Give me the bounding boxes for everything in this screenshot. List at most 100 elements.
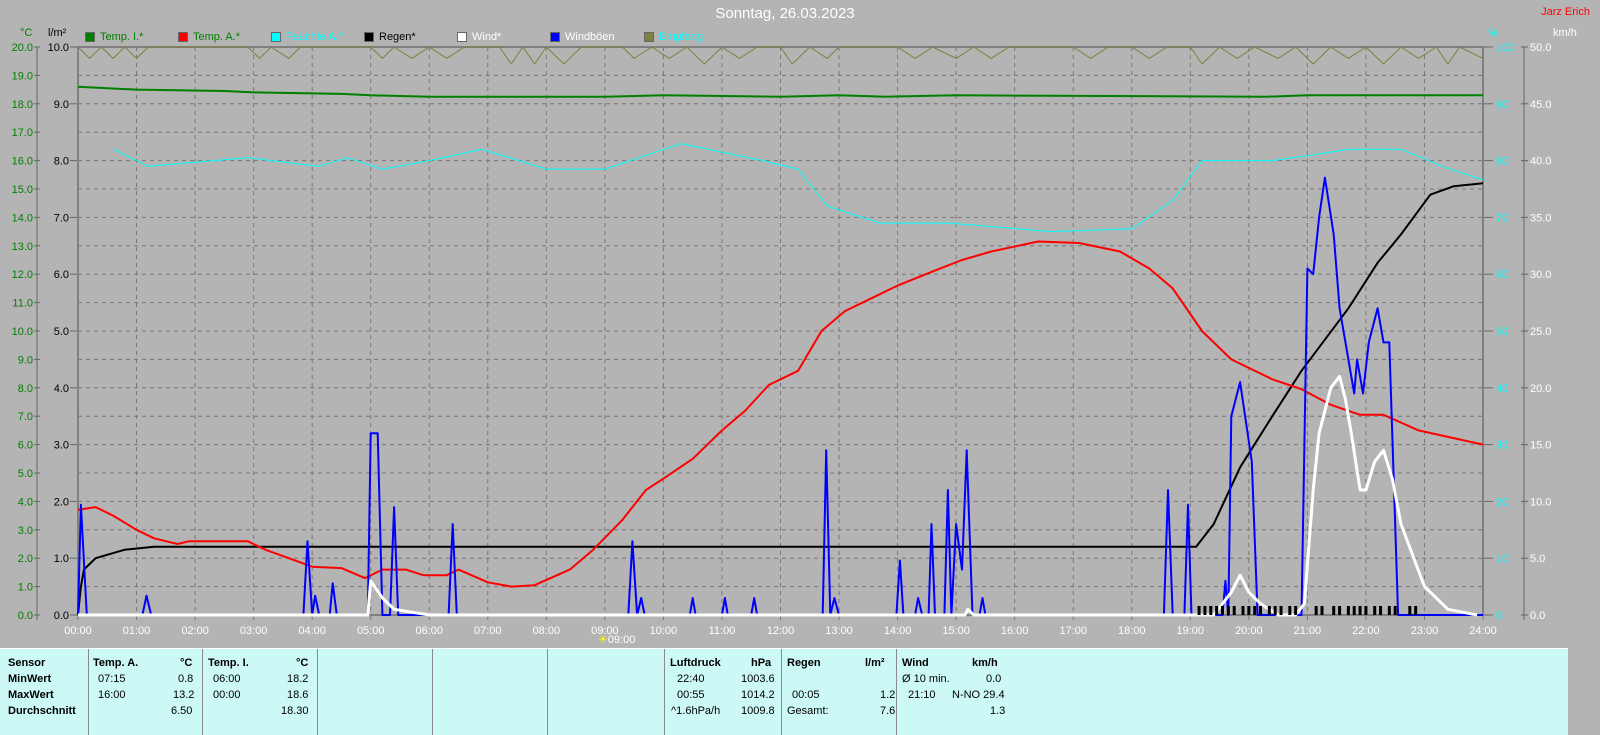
x-tick-label: 22:00 <box>1352 625 1380 637</box>
temp-i-avg: 18.30 <box>281 705 309 717</box>
rain-event-bar <box>1352 606 1356 615</box>
pressure-avg: 1009.8 <box>741 705 775 717</box>
temp-i-min-time: 06:00 <box>213 673 241 685</box>
temp-a-max-time: 16:00 <box>98 689 126 701</box>
rain-tick-label: 0.0 <box>54 610 69 622</box>
pressure-unit: hPa <box>751 657 772 669</box>
legend-label: Feuchte A.* <box>286 31 343 43</box>
wind-tick-label: 20.0 <box>1530 383 1551 395</box>
rain-tick-label: 9.0 <box>54 99 69 111</box>
legend-label: Windböen <box>565 31 615 43</box>
wind-tick-label: 0.0 <box>1530 610 1545 622</box>
rain-unit: l/m² <box>865 657 885 669</box>
rain-event-bar <box>1294 606 1298 615</box>
x-tick-label: 12:00 <box>767 625 795 637</box>
humidity-tick-label: 30 <box>1496 440 1508 452</box>
rain-max-time: 00:05 <box>792 689 820 701</box>
temp-tick-label: 17.0 <box>12 127 33 139</box>
temp-tick-label: 10.0 <box>12 326 33 338</box>
rain-event-bar <box>1259 606 1263 615</box>
temp-i-min: 18.2 <box>287 673 309 685</box>
wind-tick-label: 35.0 <box>1530 212 1551 224</box>
wind-unit-label: km/h <box>1553 27 1577 39</box>
rain-tick-label: 1.0 <box>54 553 69 565</box>
rain-total: 7.6 <box>880 705 896 717</box>
humidity-tick-label: 90 <box>1496 99 1508 111</box>
temp-tick-label: 6.0 <box>18 440 33 452</box>
humidity-tick-label: 100 <box>1496 42 1514 54</box>
x-tick-label: 18:00 <box>1118 625 1146 637</box>
sun-marker: ☀ 09:00 <box>598 633 635 647</box>
rain-event-bar <box>1387 606 1391 615</box>
temp-tick-label: 4.0 <box>18 496 33 508</box>
rain-event-bar <box>1414 606 1418 615</box>
legend-label: Regen* <box>379 31 416 43</box>
wind-tick-label: 50.0 <box>1530 42 1551 54</box>
rain-event-bar <box>1215 606 1219 615</box>
rain-event-bar <box>1408 606 1412 615</box>
rain-event-bar <box>1346 606 1350 615</box>
wind-tick-label: 15.0 <box>1530 440 1551 452</box>
x-tick-label: 19:00 <box>1177 625 1205 637</box>
humidity-tick-label: 80 <box>1496 156 1508 168</box>
rain-total-label: Gesamt: <box>787 705 829 717</box>
humidity-tick-label: 50 <box>1496 326 1508 338</box>
wind-tick-label: 45.0 <box>1530 99 1551 111</box>
legend-label: Temp. A.* <box>193 31 241 43</box>
temp-tick-label: 8.0 <box>18 383 33 395</box>
legend-swatch <box>644 32 654 42</box>
temp-tick-label: 7.0 <box>18 411 33 423</box>
x-tick-label: 20:00 <box>1235 625 1263 637</box>
rain-event-bar <box>1338 606 1342 615</box>
x-tick-label: 05:00 <box>357 625 385 637</box>
rain-event-bar <box>1241 606 1245 615</box>
temp-tick-label: 20.0 <box>12 42 33 54</box>
rain-event-bar <box>1279 606 1283 615</box>
wind-max-time: 21:10 <box>908 689 936 701</box>
temp-tick-label: 12.0 <box>12 269 33 281</box>
sensor-header: Sensor <box>8 657 46 669</box>
temp-unit-label: °C <box>20 27 33 39</box>
wind-tick-label: 5.0 <box>1530 553 1545 565</box>
x-tick-label: 23:00 <box>1411 625 1439 637</box>
legend-label: Temp. I.* <box>100 31 144 43</box>
legend-swatch <box>178 32 188 42</box>
temp-tick-label: 3.0 <box>18 525 33 537</box>
temp-a-min-time: 07:15 <box>98 673 126 685</box>
row-label-max: MaxWert <box>8 689 54 701</box>
legend-swatch <box>364 32 374 42</box>
rain-event-bar <box>1253 606 1257 615</box>
rain-unit-label: l/m² <box>48 27 67 39</box>
temp-a-avg: 6.50 <box>171 705 193 717</box>
rain-event-bar <box>1197 606 1201 615</box>
temp-tick-label: 11.0 <box>12 298 33 310</box>
temp-tick-label: 19.0 <box>12 70 33 82</box>
author-label: Jarz Erich <box>1541 6 1590 18</box>
temp-a-max: 13.2 <box>173 689 195 701</box>
legend-swatch <box>457 32 467 42</box>
rain-tick-label: 6.0 <box>54 269 69 281</box>
wind-avg: 1.3 <box>990 705 1006 717</box>
rain-event-bar <box>1203 606 1207 615</box>
humidity-tick-label: 40 <box>1496 383 1508 395</box>
legend-swatch <box>85 32 95 42</box>
wind-tick-label: 25.0 <box>1530 326 1551 338</box>
temp-tick-label: 13.0 <box>12 241 33 253</box>
rain-tick-label: 7.0 <box>54 212 69 224</box>
rain-event-bar <box>1226 606 1230 615</box>
temp-a-unit: °C <box>180 657 193 669</box>
legend-label: Empfang <box>659 31 704 43</box>
x-tick-label: 24:00 <box>1469 625 1497 637</box>
x-tick-label: 03:00 <box>240 625 268 637</box>
row-label-min: MinWert <box>8 673 52 685</box>
rain-event-bar <box>1267 606 1271 615</box>
x-tick-label: 06:00 <box>415 625 443 637</box>
legend-item: Empfang <box>644 31 703 43</box>
rain-event-bar <box>1247 606 1251 615</box>
pressure-max-time: 00:55 <box>677 689 705 701</box>
wind-tick-label: 40.0 <box>1530 156 1551 168</box>
temp-tick-label: 9.0 <box>18 354 33 366</box>
x-tick-label: 04:00 <box>298 625 326 637</box>
temp-tick-label: 2.0 <box>18 553 33 565</box>
x-tick-label: 00:00 <box>64 625 92 637</box>
